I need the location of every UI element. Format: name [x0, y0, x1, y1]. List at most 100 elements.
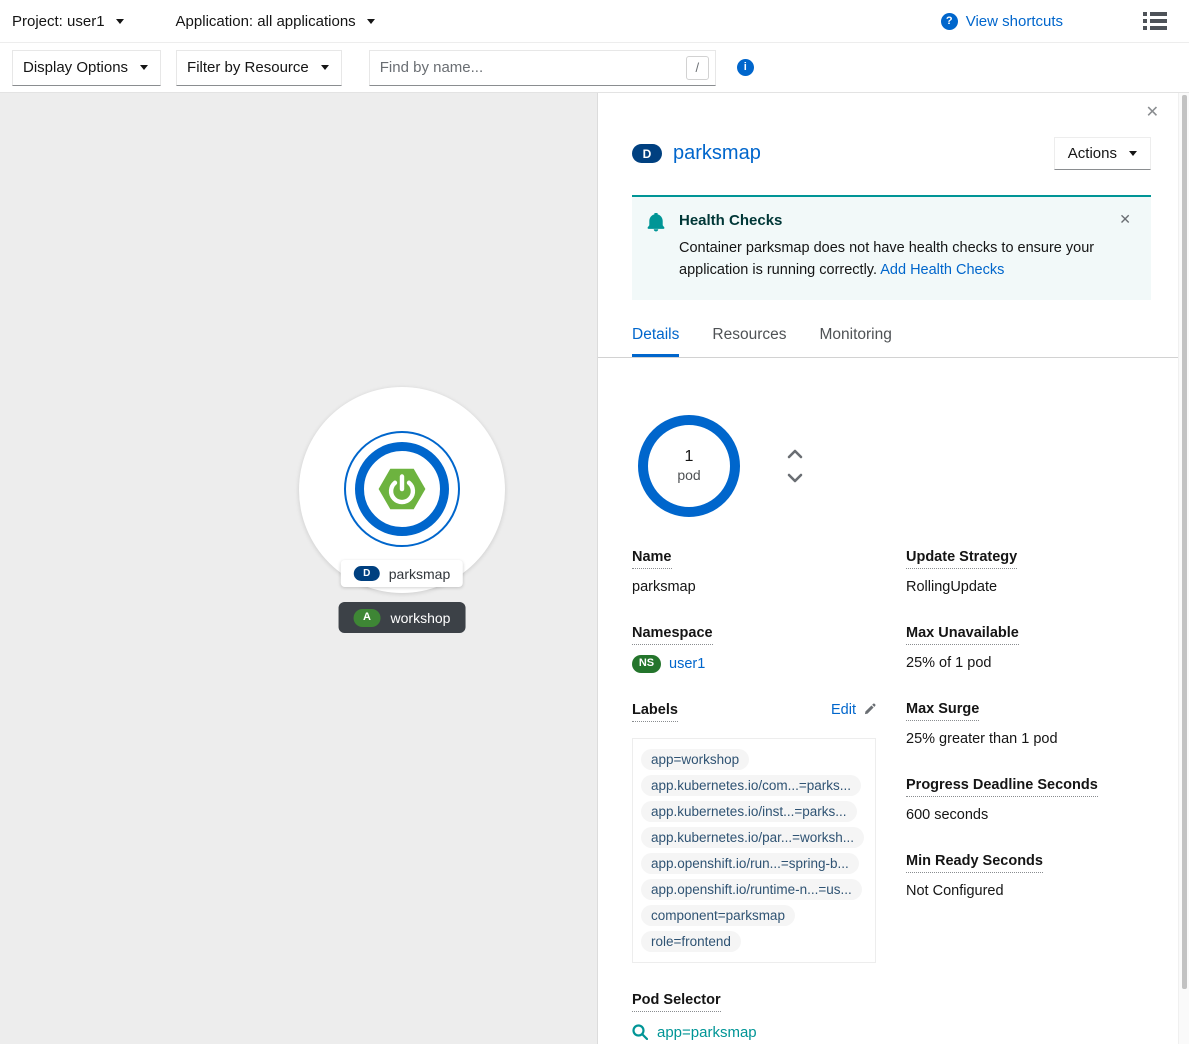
project-switcher-label: Project: user1	[12, 13, 105, 30]
slash-shortcut-badge: /	[686, 56, 709, 80]
view-shortcuts-link[interactable]: ? View shortcuts	[941, 13, 1063, 30]
details-grid: Name parksmap Namespace NS user1	[632, 548, 1151, 1044]
close-panel-button[interactable]: ✕	[1146, 105, 1159, 121]
namespace-label: Namespace	[632, 625, 713, 645]
actions-dropdown[interactable]: Actions	[1054, 137, 1151, 170]
alert-title: Health Checks	[679, 212, 1105, 229]
details-tab-content: 1 pod	[632, 414, 1151, 1044]
search-icon	[632, 1024, 648, 1040]
namespace-value: NS user1	[632, 655, 876, 673]
alert-content: Health Checks Container parksmap does no…	[679, 212, 1105, 282]
label-chip: app.kubernetes.io/inst...=parks...	[641, 801, 857, 822]
min-ready-label: Min Ready Seconds	[906, 853, 1043, 873]
label-chip: app.openshift.io/runtime-n...=us...	[641, 879, 862, 900]
find-by-name-wrapper: /	[369, 50, 716, 86]
tab-details[interactable]: Details	[632, 326, 679, 357]
application-name: workshop	[391, 610, 451, 626]
edit-labels-link[interactable]: Edit	[831, 702, 876, 718]
detail-field: Min Ready Seconds Not Configured	[906, 852, 1151, 899]
health-checks-alert: Health Checks Container parksmap does no…	[632, 195, 1151, 300]
app-window: Project: user1 Application: all applicat…	[0, 0, 1189, 1044]
label-chip: app=workshop	[641, 749, 749, 770]
detail-field: Name parksmap	[632, 548, 876, 595]
detail-field: Max Unavailable 25% of 1 pod	[906, 624, 1151, 671]
pod-selector-link[interactable]: app=parksmap	[632, 1024, 757, 1041]
caret-down-icon	[1129, 151, 1137, 156]
progress-deadline-label: Progress Deadline Seconds	[906, 777, 1098, 797]
alert-description: Container parksmap does not have health …	[679, 238, 1105, 282]
namespace-link[interactable]: user1	[669, 656, 705, 672]
topology-toolbar: Display Options Filter by Resource / i	[0, 43, 1189, 93]
labels-label: Labels	[632, 702, 678, 722]
display-options-label: Display Options	[23, 59, 128, 76]
labels-header: Labels Edit	[632, 702, 876, 732]
label-chip: app.kubernetes.io/com...=parks...	[641, 775, 861, 796]
node-label[interactable]: D parksmap	[341, 560, 463, 587]
actions-label: Actions	[1068, 145, 1117, 162]
project-switcher[interactable]: Project: user1	[12, 13, 124, 30]
pod-selector-section: Pod Selector app=parksmap	[632, 991, 876, 1044]
tab-resources[interactable]: Resources	[712, 326, 786, 357]
pod-selector-label: Pod Selector	[632, 992, 721, 1012]
side-panel: ✕ D parksmap Actions Health	[597, 93, 1189, 1044]
topology-canvas[interactable]: D parksmap A workshop	[0, 93, 597, 1044]
list-view-toggle[interactable]	[1143, 11, 1167, 31]
page-title: D parksmap	[632, 142, 761, 165]
deployment-badge: D	[354, 566, 380, 581]
details-right-column: Update Strategy RollingUpdate Max Unavai…	[906, 548, 1151, 928]
caret-down-icon	[367, 19, 375, 24]
max-surge-value: 25% greater than 1 pod	[906, 731, 1151, 747]
pod-donut: 1 pod	[637, 414, 741, 518]
caret-down-icon	[140, 65, 148, 70]
topbar-actions: ? View shortcuts	[941, 11, 1167, 31]
application-badge: A	[354, 609, 381, 627]
display-options-dropdown[interactable]: Display Options	[12, 50, 161, 86]
scrollbar-thumb[interactable]	[1182, 95, 1187, 989]
pod-scale-controls	[787, 449, 803, 483]
panel-scrollbar[interactable]	[1178, 93, 1189, 1044]
panel-tabs: Details Resources Monitoring	[598, 326, 1189, 358]
details-left-column: Name parksmap Namespace NS user1	[632, 548, 876, 1044]
application-group-label[interactable]: A workshop	[339, 602, 466, 633]
info-circle-icon[interactable]: i	[737, 59, 754, 76]
view-shortcuts-label: View shortcuts	[966, 13, 1063, 30]
name-label: Name	[632, 549, 672, 569]
find-by-name-input[interactable]	[369, 50, 716, 86]
label-chips-box: app=workshop app.kubernetes.io/com...=pa…	[632, 738, 876, 963]
application-switcher-label: Application: all applications	[176, 13, 356, 30]
filter-by-resource-label: Filter by Resource	[187, 59, 309, 76]
caret-down-icon	[321, 65, 329, 70]
namespace-badge: NS	[632, 655, 661, 673]
detail-field: Progress Deadline Seconds 600 seconds	[906, 776, 1151, 823]
detail-field: Update Strategy RollingUpdate	[906, 548, 1151, 595]
label-chip: app.kubernetes.io/par...=worksh...	[641, 827, 864, 848]
scale-down-button[interactable]	[787, 473, 803, 483]
deployment-node[interactable]	[355, 442, 449, 536]
filter-by-resource-dropdown[interactable]: Filter by Resource	[176, 50, 342, 86]
pod-status-section: 1 pod	[632, 414, 1151, 518]
chevron-up-icon	[787, 449, 803, 459]
update-strategy-label: Update Strategy	[906, 549, 1017, 569]
list-icon	[1143, 11, 1167, 31]
labels-section: Labels Edit app=workshop app.kubernetes.…	[632, 702, 876, 963]
label-chip: role=frontend	[641, 931, 741, 952]
tab-monitoring[interactable]: Monitoring	[819, 326, 891, 357]
progress-deadline-value: 600 seconds	[906, 807, 1151, 823]
pod-donut-label: 1 pod	[637, 414, 741, 518]
pod-unit: pod	[677, 467, 700, 483]
question-circle-icon: ?	[941, 13, 958, 30]
max-unavailable-label: Max Unavailable	[906, 625, 1019, 645]
min-ready-value: Not Configured	[906, 883, 1151, 899]
node-name: parksmap	[389, 566, 450, 582]
add-health-checks-link[interactable]: Add Health Checks	[880, 262, 1004, 278]
deployment-badge: D	[632, 144, 662, 163]
scale-up-button[interactable]	[787, 449, 803, 459]
label-chip: app.openshift.io/run...=spring-b...	[641, 853, 859, 874]
chevron-down-icon	[787, 473, 803, 483]
label-chip: component=parksmap	[641, 905, 795, 926]
bell-icon	[647, 213, 665, 282]
alert-close-button[interactable]: ✕	[1119, 212, 1131, 226]
resource-title-link[interactable]: parksmap	[673, 142, 761, 165]
detail-field: Namespace NS user1	[632, 624, 876, 673]
application-switcher[interactable]: Application: all applications	[176, 13, 375, 30]
